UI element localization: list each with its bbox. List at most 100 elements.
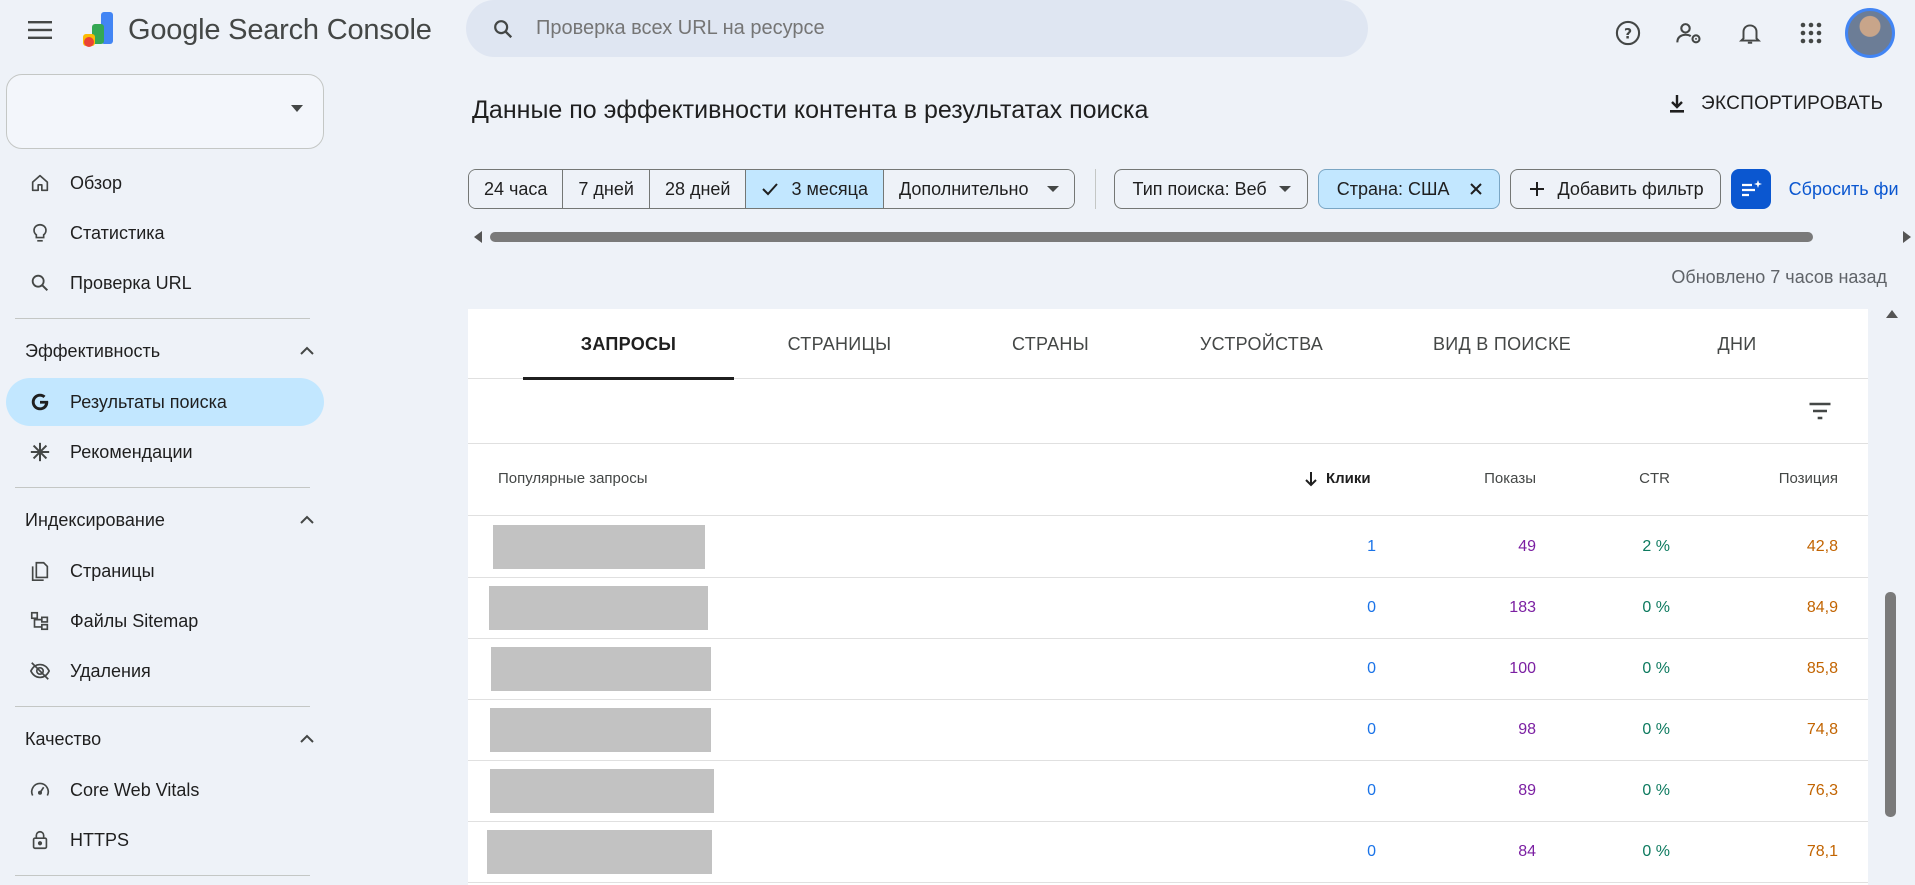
sidebar-item-overview[interactable]: Обзор bbox=[6, 159, 324, 207]
reset-filters-link[interactable]: Сбросить фи bbox=[1789, 179, 1899, 200]
column-header-query[interactable]: Популярные запросы bbox=[498, 470, 648, 487]
table-row[interactable]: 0 183 0 % 84,9 bbox=[468, 578, 1868, 639]
top-bar: Google Search Console ? bbox=[0, 0, 1915, 62]
range-label: 3 месяца bbox=[791, 178, 868, 199]
section-performance[interactable]: Эффективность bbox=[25, 331, 315, 371]
chevron-down-icon bbox=[1278, 186, 1291, 192]
table-row[interactable]: 0 100 0 % 85,8 bbox=[468, 639, 1868, 700]
tab-queries[interactable]: ЗАПРОСЫ bbox=[523, 309, 734, 380]
range-3m-button[interactable]: 3 месяца bbox=[746, 170, 884, 208]
column-header-position[interactable]: Позиция bbox=[1779, 470, 1838, 487]
cell-clicks: 0 bbox=[1367, 782, 1376, 799]
gauge-icon bbox=[26, 776, 54, 804]
main-content: Данные по эффективности контента в резул… bbox=[468, 62, 1915, 885]
section-indexing[interactable]: Индексирование bbox=[25, 500, 315, 540]
app-logo[interactable]: Google Search Console bbox=[80, 10, 432, 50]
account-avatar[interactable] bbox=[1845, 8, 1895, 58]
cell-clicks: 0 bbox=[1367, 599, 1376, 616]
filter-rows-icon[interactable] bbox=[1806, 397, 1834, 425]
column-header-clicks[interactable]: Клики bbox=[1304, 470, 1371, 487]
google-apps-icon[interactable] bbox=[1789, 11, 1833, 55]
scrollbar-thumb[interactable] bbox=[1885, 592, 1896, 817]
sidebar-item-search-results[interactable]: Результаты поиска bbox=[6, 378, 324, 426]
sidebar-item-core-web-vitals[interactable]: Core Web Vitals bbox=[6, 766, 324, 814]
close-icon[interactable] bbox=[1469, 182, 1483, 196]
vertical-scrollbar[interactable] bbox=[1883, 310, 1899, 885]
scroll-left-arrow-icon[interactable] bbox=[474, 231, 482, 243]
table-row[interactable]: 1 49 2 % 42,8 bbox=[468, 517, 1868, 578]
sidebar-item-label: Результаты поиска bbox=[70, 391, 227, 412]
tab-label: УСТРОЙСТВА bbox=[1199, 333, 1324, 354]
divider bbox=[15, 318, 310, 319]
sidebar-item-label: Рекомендации bbox=[70, 441, 193, 462]
help-icon[interactable]: ? bbox=[1606, 11, 1650, 55]
last-updated-text: Обновлено 7 часов назад bbox=[1671, 267, 1887, 287]
country-filter-chip[interactable]: Страна: США bbox=[1317, 169, 1501, 209]
url-search-bar[interactable] bbox=[466, 0, 1368, 57]
notifications-bell-icon[interactable] bbox=[1728, 11, 1772, 55]
cell-ctr: 0 % bbox=[1642, 782, 1670, 799]
page-title: Данные по эффективности контента в резул… bbox=[472, 96, 1149, 124]
sidebar-item-sitemaps[interactable]: Файлы Sitemap bbox=[6, 597, 324, 645]
cell-ctr: 0 % bbox=[1642, 660, 1670, 677]
range-28d-button[interactable]: 28 дней bbox=[649, 170, 747, 208]
table-row[interactable]: 0 84 0 % 78,1 bbox=[468, 822, 1868, 883]
main-menu-button[interactable] bbox=[22, 12, 58, 48]
section-quality[interactable]: Качество bbox=[25, 719, 315, 759]
column-header-ctr[interactable]: CTR bbox=[1639, 470, 1670, 487]
chevron-up-icon bbox=[300, 515, 314, 524]
range-more-dropdown[interactable]: Дополнительно bbox=[883, 170, 1074, 208]
cell-impressions: 183 bbox=[1509, 599, 1536, 616]
section-title: Индексирование bbox=[25, 509, 165, 530]
chip-label: Тип поиска: Веб bbox=[1132, 178, 1267, 199]
tab-label: ВИД В ПОИСКЕ bbox=[1432, 333, 1572, 354]
eye-off-icon bbox=[26, 657, 54, 685]
search-type-filter-chip[interactable]: Тип поиска: Веб bbox=[1113, 169, 1308, 209]
tab-pages[interactable]: СТРАНИЦЫ bbox=[734, 309, 945, 379]
google-g-icon bbox=[26, 388, 54, 416]
cell-clicks: 0 bbox=[1367, 843, 1376, 860]
pages-icon bbox=[26, 557, 54, 585]
tab-search-appearance[interactable]: ВИД В ПОИСКЕ bbox=[1367, 309, 1637, 379]
sidebar-item-https[interactable]: HTTPS bbox=[6, 816, 324, 864]
export-button[interactable]: ЭКСПОРТИРОВАТЬ bbox=[1665, 92, 1883, 116]
table-row[interactable]: 0 98 0 % 74,8 bbox=[468, 700, 1868, 761]
sidebar-item-label: Статистика bbox=[70, 222, 165, 243]
scroll-right-arrow-icon[interactable] bbox=[1903, 231, 1911, 243]
export-label: ЭКСПОРТИРОВАТЬ bbox=[1701, 93, 1884, 114]
column-header-impressions[interactable]: Показы bbox=[1484, 470, 1536, 487]
filter-bar: 24 часа 7 дней 28 дней 3 месяца Дополнит… bbox=[468, 169, 1915, 209]
cell-position: 84,9 bbox=[1806, 599, 1838, 616]
app-title: Google Search Console bbox=[128, 13, 432, 46]
sidebar-item-insights[interactable]: Статистика bbox=[6, 209, 324, 257]
sidebar-item-label: Удаления bbox=[70, 660, 151, 681]
redacted-query bbox=[487, 830, 712, 874]
tab-devices[interactable]: УСТРОЙСТВА bbox=[1156, 309, 1367, 379]
add-filter-button[interactable]: Добавить фильтр bbox=[1510, 169, 1721, 209]
scroll-up-arrow-icon[interactable] bbox=[1886, 310, 1898, 318]
horizontal-scrollbar[interactable] bbox=[468, 228, 1915, 244]
asterisk-icon bbox=[26, 438, 54, 466]
manage-users-icon[interactable] bbox=[1667, 11, 1711, 55]
lightbulb-icon bbox=[26, 219, 54, 247]
advanced-filter-button[interactable] bbox=[1730, 169, 1771, 209]
sidebar-item-url-inspection[interactable]: Проверка URL bbox=[6, 259, 324, 307]
arrow-down-icon bbox=[1305, 471, 1317, 486]
table-toolbar bbox=[468, 379, 1868, 444]
scrollbar-thumb[interactable] bbox=[490, 232, 1813, 242]
range-24h-button[interactable]: 24 часа bbox=[469, 170, 564, 208]
table-row[interactable]: 0 89 0 % 76,3 bbox=[468, 761, 1868, 822]
sidebar-item-label: Файлы Sitemap bbox=[70, 610, 199, 631]
tab-dates[interactable]: ДНИ bbox=[1637, 309, 1837, 379]
range-7d-button[interactable]: 7 дней bbox=[563, 170, 650, 208]
search-input[interactable] bbox=[536, 17, 1236, 40]
property-selector[interactable] bbox=[6, 74, 324, 149]
divider bbox=[15, 875, 310, 876]
sidebar-item-recommendations[interactable]: Рекомендации bbox=[6, 428, 324, 476]
tab-countries[interactable]: СТРАНЫ bbox=[945, 309, 1156, 379]
section-title: Эффективность bbox=[25, 340, 161, 361]
check-icon bbox=[762, 183, 779, 196]
dimension-tabs: ЗАПРОСЫ СТРАНИЦЫ СТРАНЫ УСТРОЙСТВА ВИД В… bbox=[468, 309, 1868, 380]
sidebar-item-removals[interactable]: Удаления bbox=[6, 647, 324, 695]
sidebar-item-pages[interactable]: Страницы bbox=[6, 547, 324, 595]
